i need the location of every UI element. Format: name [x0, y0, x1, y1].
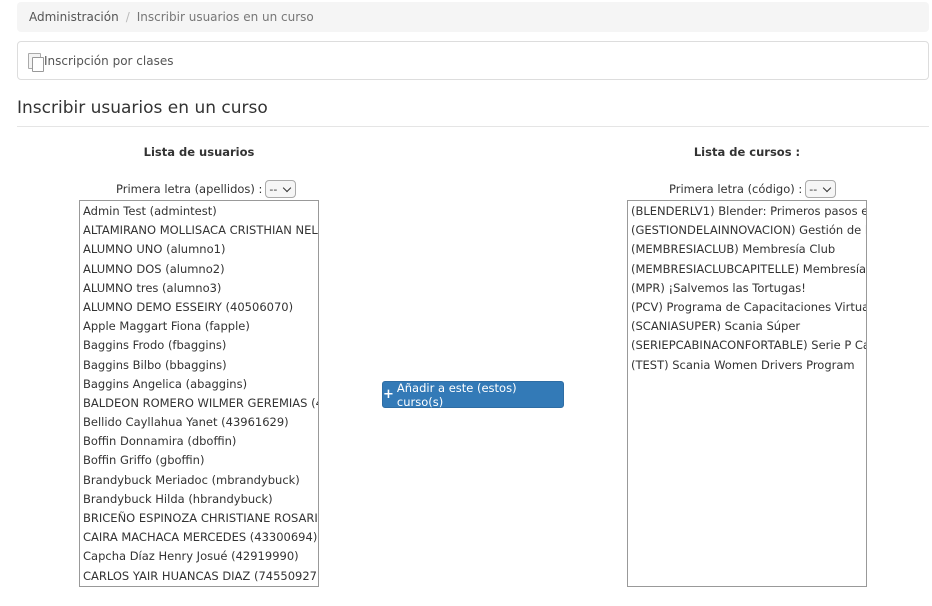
- plus-icon: +: [383, 387, 394, 402]
- users-filter: Primera letra (apellidos) : --: [116, 180, 297, 198]
- page-title: Inscribir usuarios en un curso: [17, 98, 929, 127]
- class-enrollment-icon[interactable]: [28, 53, 44, 72]
- course-option[interactable]: (MPR) ¡Salvemos las Tortugas!: [628, 279, 866, 298]
- user-option[interactable]: Boffin Donnamira (dboffin): [80, 432, 318, 451]
- course-option[interactable]: (PCV) Programa de Capacitaciones Virtual…: [628, 298, 866, 317]
- user-option[interactable]: ALUMNO UNO (alumno1): [80, 240, 318, 259]
- user-option[interactable]: Admin Test (admintest): [80, 202, 318, 221]
- breadcrumb: Administración / Inscribir usuarios en u…: [17, 2, 929, 32]
- add-to-course-label: Añadir a este (estos) curso(s): [396, 380, 517, 409]
- course-option[interactable]: (GESTIONDELAINNOVACION) Gestión de la in: [628, 221, 866, 240]
- class-enrollment-label[interactable]: Inscripción por clases: [44, 54, 173, 68]
- user-option[interactable]: CAIRA MACHACA MERCEDES (43300694): [80, 528, 318, 547]
- breadcrumb-admin-link[interactable]: Administración: [29, 10, 119, 24]
- courses-filter-label: Primera letra (código) :: [669, 182, 803, 196]
- courses-listbox[interactable]: (BLENDERLV1) Blender: Primeros pasos en …: [627, 200, 867, 587]
- user-option[interactable]: ALUMNO tres (alumno3): [80, 279, 318, 298]
- user-option[interactable]: Brandybuck Hilda (hbrandybuck): [80, 490, 318, 509]
- users-filter-label: Primera letra (apellidos) :: [116, 182, 263, 196]
- course-option[interactable]: (SERIEPCABINACONFORTABLE) Serie P Cabina: [628, 336, 866, 355]
- user-option[interactable]: BALDEON ROMERO WILMER GEREMIAS (4258: [80, 394, 318, 413]
- chevron-down-icon: [823, 183, 832, 192]
- user-option[interactable]: CARLOS YAIR HUANCAS DIAZ (74550927): [80, 567, 318, 586]
- actions-bar: Inscripción por clases: [17, 41, 929, 80]
- user-option[interactable]: ALTAMIRANO MOLLISACA CRISTHIAN NELIO (: [80, 221, 318, 240]
- chevron-down-icon: [283, 183, 292, 192]
- user-option[interactable]: Capcha Díaz Henry Josué (42919990): [80, 547, 318, 566]
- course-option[interactable]: (SCANIASUPER) Scania Súper: [628, 317, 866, 336]
- users-list-title: Lista de usuarios: [143, 145, 255, 159]
- courses-letter-select-value: --: [809, 182, 818, 196]
- user-option[interactable]: Bellido Cayllahua Yanet (43961629): [80, 413, 318, 432]
- course-option[interactable]: (MEMBRESIACLUB) Membresía Club: [628, 240, 866, 259]
- course-option[interactable]: (MEMBRESIACLUBCAPITELLE) Membresía Clu: [628, 260, 866, 279]
- user-option[interactable]: ALUMNO DOS (alumno2): [80, 260, 318, 279]
- course-option[interactable]: (BLENDERLV1) Blender: Primeros pasos en …: [628, 202, 866, 221]
- user-option[interactable]: Boffin Griffo (gboffin): [80, 451, 318, 470]
- courses-letter-select[interactable]: --: [805, 180, 837, 198]
- users-letter-select[interactable]: --: [265, 180, 297, 198]
- courses-filter: Primera letra (código) : --: [669, 180, 837, 198]
- user-option[interactable]: Baggins Bilbo (bbaggins): [80, 356, 318, 375]
- users-letter-select-value: --: [269, 182, 278, 196]
- users-listbox[interactable]: Admin Test (admintest) ALTAMIRANO MOLLISA…: [79, 200, 319, 587]
- user-option[interactable]: ALUMNO DEMO ESSEIRY (40506070): [80, 298, 318, 317]
- course-option[interactable]: (TEST) Scania Women Drivers Program: [628, 356, 866, 375]
- user-option[interactable]: Brandybuck Meriadoc (mbrandybuck): [80, 471, 318, 490]
- breadcrumb-current: Inscribir usuarios en un curso: [136, 10, 314, 24]
- add-to-course-button[interactable]: + Añadir a este (estos) curso(s): [382, 380, 564, 409]
- user-option[interactable]: BRICEÑO ESPINOZA CHRISTIANE ROSARIO (7: [80, 509, 318, 528]
- user-option[interactable]: Baggins Angelica (abaggins): [80, 375, 318, 394]
- breadcrumb-separator: /: [125, 10, 130, 24]
- courses-list-title: Lista de cursos :: [693, 145, 801, 159]
- user-option[interactable]: Apple Maggart Fiona (fapple): [80, 317, 318, 336]
- user-option[interactable]: Baggins Frodo (fbaggins): [80, 336, 318, 355]
